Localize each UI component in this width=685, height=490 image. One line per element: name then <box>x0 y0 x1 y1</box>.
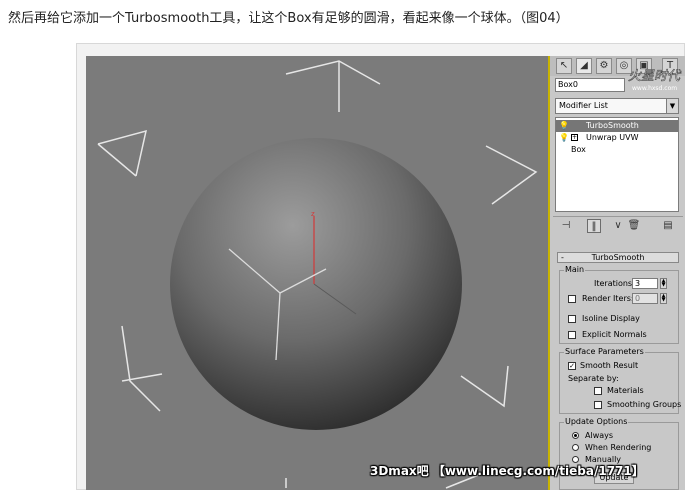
expand-plus-icon[interactable]: + <box>571 134 578 141</box>
bbox-corner-left-top-b <box>97 143 137 177</box>
isoline-display-label: Isoline Display <box>582 314 640 323</box>
iterations-spinner[interactable]: 3 <box>632 278 658 289</box>
surface-parameters-group: Surface Parameters ✓ Smooth Result Separ… <box>559 347 682 414</box>
render-iters-checkbox[interactable] <box>568 295 576 303</box>
explicit-normals-label: Explicit Normals <box>582 330 647 339</box>
update-group-title: Update Options <box>564 417 629 427</box>
stack-item-label: Box <box>571 145 586 154</box>
viewport-scene: z <box>97 60 538 489</box>
lightbulb-icon[interactable]: 💡 <box>559 132 569 144</box>
command-panel: ↖ ◢ ⚙ ◎ ▣ T 火星时代 www.hxsd.com Box0 Modif… <box>548 56 685 490</box>
create-arrow-icon[interactable]: ↖ <box>556 58 572 74</box>
smoothing-groups-checkbox[interactable] <box>594 401 602 409</box>
materials-checkbox[interactable] <box>594 387 602 395</box>
when-rendering-radio[interactable] <box>572 444 579 451</box>
article-caption: 然后再给它添加一个Turbosmooth工具，让这个Box有足够的圆滑，看起来像… <box>8 11 569 26</box>
bbox-corner-left-bottom-b <box>121 373 163 382</box>
remove-modifier-icon[interactable]: 🗑 <box>627 219 641 233</box>
smooth-result-label: Smooth Result <box>580 361 639 370</box>
surface-group-title: Surface Parameters <box>564 347 645 357</box>
always-label: Always <box>585 431 614 440</box>
stack-item-box[interactable]: Box <box>556 144 678 156</box>
chevron-down-icon[interactable]: ▼ <box>666 99 678 113</box>
render-iters-spinner[interactable]: 0 <box>632 293 658 304</box>
isoline-display-checkbox[interactable] <box>568 315 576 323</box>
spinner-arrows-icon[interactable]: ▲ ▼ <box>660 278 667 289</box>
modifier-stack: 💡 TurboSmooth 💡 + Unwrap UVW Box <box>555 117 679 212</box>
bbox-corner-left-bottom <box>121 325 161 412</box>
collapse-minus-icon[interactable]: - <box>561 253 564 262</box>
make-unique-icon[interactable]: ∨ <box>611 219 625 233</box>
lightbulb-icon[interactable]: 💡 <box>559 120 569 132</box>
forum-watermark: 3Dmax吧 【www.linecg.com/tieba/1771】 <box>370 464 644 478</box>
bbox-corner-right-bottom <box>460 365 509 408</box>
logo-text: 火星时代 <box>628 69 682 84</box>
stack-item-unwrap-uvw[interactable]: 💡 + Unwrap UVW <box>556 132 678 144</box>
show-end-result-icon[interactable]: ‖ <box>587 219 601 233</box>
stack-item-label: TurboSmooth <box>586 121 639 130</box>
spinner-arrows-icon[interactable]: ▲ ▼ <box>660 293 667 304</box>
bbox-corner-left-top <box>97 129 148 177</box>
turbosmooth-sphere[interactable] <box>170 138 462 430</box>
hierarchy-icon[interactable]: ⚙ <box>596 58 612 74</box>
logo-url: www.hxsd.com <box>632 85 677 92</box>
explicit-normals-checkbox[interactable] <box>568 331 576 339</box>
render-iters-label: Render Iters: <box>582 294 634 303</box>
modifier-list-dropdown[interactable]: Modifier List ▼ <box>555 98 679 114</box>
configure-modifier-sets-icon[interactable]: ▤ <box>661 219 675 233</box>
stack-toolbar: ⊣ ‖ ∨ 🗑 ▤ <box>553 216 683 234</box>
stack-item-turbosmooth[interactable]: 💡 TurboSmooth <box>556 120 678 132</box>
separate-by-label: Separate by: <box>568 374 619 383</box>
turbosmooth-rollout-header[interactable]: - TurboSmooth <box>557 252 679 263</box>
bbox-corner-right-top <box>485 145 538 205</box>
site-logo: 火星时代 www.hxsd.com <box>628 69 683 92</box>
iterations-label: Iterations: <box>594 279 635 288</box>
main-group-title: Main <box>564 265 586 275</box>
materials-label: Materials <box>607 386 644 395</box>
modify-icon[interactable]: ◢ <box>576 58 592 74</box>
object-name-field[interactable]: Box0 <box>555 78 625 92</box>
rollout-title: TurboSmooth <box>591 253 645 262</box>
modifier-list-label: Modifier List <box>559 101 608 110</box>
z-axis-label: z <box>311 210 315 218</box>
smoothing-groups-label: Smoothing Groups <box>607 400 682 409</box>
perspective-viewport[interactable]: z <box>86 56 548 490</box>
main-group: Main Iterations: 3 ▲ ▼ Render Iters: 0 ▲ ▼… <box>559 265 679 344</box>
when-rendering-label: When Rendering <box>585 443 652 452</box>
pin-stack-icon[interactable]: ⊣ <box>559 219 573 233</box>
bbox-corner-top <box>285 60 381 85</box>
stack-item-label: Unwrap UVW <box>586 133 639 142</box>
always-radio[interactable] <box>572 432 579 439</box>
smooth-result-checkbox[interactable]: ✓ <box>568 362 576 370</box>
